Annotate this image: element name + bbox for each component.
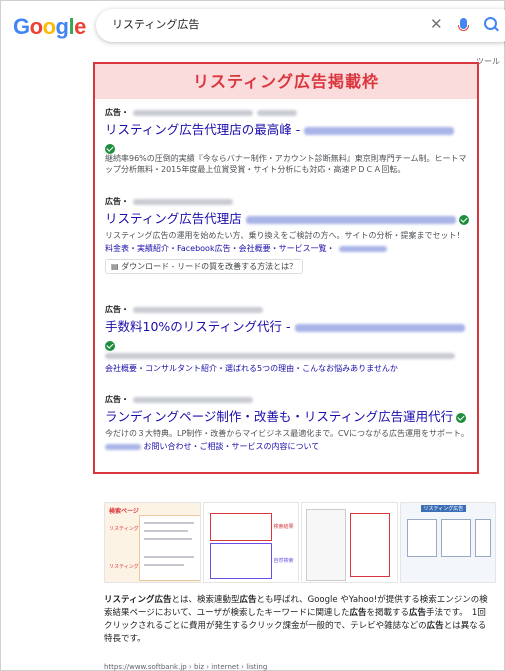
ad-label: 広告・ [105, 395, 129, 404]
search-input[interactable] [110, 16, 414, 31]
verified-icon [458, 214, 469, 225]
thumb-pane [440, 519, 471, 557]
ad-description [105, 350, 470, 361]
close-icon[interactable]: ✕ [430, 15, 443, 33]
ad-label-row: 広告・ [105, 107, 470, 118]
thumb-pane [406, 519, 437, 557]
thumb-line [144, 556, 194, 558]
snippet-text: とは、検索連動型 [171, 595, 240, 605]
verified-row [105, 138, 470, 154]
image-thumbnail[interactable]: 検索ページ リスティング広告 リスティング広告 [104, 502, 201, 583]
thumb-label: 検索結果 [273, 524, 294, 530]
image-results: 検索ページ リスティング広告 リスティング広告 検索結果 自然検索 リスティング… [104, 502, 496, 583]
thumb-line [144, 522, 194, 524]
blurred-url [133, 109, 253, 116]
ad-description: 継続率96%の圧倒的実績『今ならバナー制作・アカウント診断無料』東京則専門チーム… [105, 154, 467, 174]
blurred-link [105, 443, 141, 450]
blurred-url [133, 306, 263, 313]
ad-result: 広告・ リスティング広告代理店 リスティング広告の運用を始めたい方、乗り換えをご… [105, 196, 470, 274]
thumb-page-mock [306, 509, 346, 581]
result-snippet: リスティング広告とは、検索連動型広告とも呼ばれ、Google やYahoo!が提… [104, 594, 492, 646]
thumb-label: 自然検索 [273, 558, 294, 564]
tools-tab[interactable]: ツール [476, 56, 500, 67]
sitelinks-text[interactable]: お問い合わせ・ご相談・サービスの内容について [144, 442, 320, 451]
thumb-line [144, 530, 188, 532]
sitelinks-text[interactable]: 料金表・実績紹介・Facebook広告・会社概要・サービス一覧・ [105, 244, 335, 253]
ad-section: リスティング広告掲載枠 広告・ リスティング広告代理店の最高峰 - 継続率96%… [93, 62, 479, 474]
document-icon: ▤ [111, 262, 119, 271]
thumb-page-mock [139, 515, 200, 581]
verified-icon [105, 143, 115, 154]
download-button[interactable]: ▤ ダウンロード - リードの質を改善する方法とは？ [105, 259, 304, 274]
ad-label: 広告・ [105, 197, 129, 206]
snippet-bold: 広告 [426, 621, 444, 631]
verified-icon [105, 340, 115, 351]
logo-letter: e [74, 14, 86, 39]
ad-description: 今だけの３大特典。LP制作・改善からマイビジネス最適化まで。CVにつながる広告運… [105, 429, 469, 438]
ad-label: 広告・ [105, 305, 129, 314]
verified-row [105, 335, 470, 351]
ad-label: 広告・ [105, 108, 129, 117]
search-box[interactable]: ✕ [96, 9, 505, 42]
snippet-bold: リスティング広告 [104, 595, 172, 605]
logo-letter: o [42, 14, 56, 39]
microphone-icon[interactable] [458, 18, 469, 31]
ad-title[interactable]: 手数料10%のリスティング代行 - [105, 319, 470, 335]
thumb-line [144, 538, 192, 540]
ad-title-text[interactable]: 手数料10%のリスティング代行 - [105, 319, 291, 334]
ad-title-text[interactable]: ランディングページ制作・改善も・リスティング広告運用代行 [105, 409, 453, 424]
ad-title[interactable]: ランディングページ制作・改善も・リスティング広告運用代行 [105, 409, 470, 425]
ad-result: 広告・ ランディングページ制作・改善も・リスティング広告運用代行 今だけの３大特… [105, 394, 470, 452]
snippet-bold: 広告 [409, 608, 427, 618]
blurred-title [304, 126, 455, 135]
ad-label-row: 広告・ [105, 196, 470, 207]
image-thumbnail[interactable]: 検索結果 自然検索 [202, 502, 299, 583]
logo-letter: o [29, 14, 43, 39]
thumb-pane [474, 519, 491, 557]
blurred-title [245, 215, 456, 224]
ad-description: リスティング広告の運用を始めたい方、乗り換えをご検討の方へ。サイトの分析・提案ま… [105, 231, 465, 240]
verified-icon [456, 412, 467, 423]
blurred-phone [257, 109, 297, 116]
thumb-page-mock [350, 513, 390, 577]
ad-result: 広告・ 手数料10%のリスティング代行 - 会社概要・コンサルタント紹介・選ばれ… [105, 304, 470, 374]
ad-sitelinks[interactable]: 会社概要・コンサルタント紹介・選ばれる5つの理由・こんなお悩みありませんか [105, 363, 470, 374]
ad-sitelinks[interactable]: お問い合わせ・ご相談・サービスの内容について [105, 441, 470, 452]
ad-section-banner: リスティング広告掲載枠 [95, 64, 477, 99]
snippet-bold: 広告 [239, 595, 257, 605]
ad-title-text[interactable]: リスティング広告代理店の最高峰 - [105, 122, 300, 137]
search-icon[interactable] [484, 17, 497, 30]
blurred-description [105, 352, 455, 359]
thumb-highlight-box [209, 543, 272, 579]
snippet-text: を掲載する [366, 608, 410, 618]
thumb-line [144, 564, 184, 566]
ad-title[interactable]: リスティング広告代理店 [105, 211, 470, 227]
blurred-link [338, 245, 387, 252]
ad-sitelinks[interactable]: 料金表・実績紹介・Facebook広告・会社概要・サービス一覧・ [105, 243, 470, 254]
thumb-header: 検索ページ [109, 508, 139, 515]
ad-result: 広告・ リスティング広告代理店の最高峰 - 継続率96%の圧倒的実績『今ならバナ… [105, 107, 470, 175]
result-url[interactable]: https://www.softbank.jp › biz › internet… [104, 663, 267, 671]
image-thumbnail[interactable] [301, 502, 398, 583]
ad-title-text[interactable]: リスティング広告代理店 [105, 211, 242, 226]
ad-label-row: 広告・ [105, 304, 470, 315]
google-logo[interactable]: Google [13, 14, 86, 40]
logo-letter: G [13, 14, 30, 39]
thumb-header: リスティング広告 [420, 505, 467, 512]
logo-letter: g [55, 14, 69, 39]
ad-label-row: 広告・ [105, 394, 470, 405]
ad-title[interactable]: リスティング広告代理店の最高峰 - [105, 122, 470, 138]
blurred-url [133, 198, 233, 205]
blurred-url [133, 396, 253, 403]
thumb-highlight-box [209, 513, 272, 541]
download-label[interactable]: ダウンロード - リードの質を改善する方法とは？ [121, 262, 297, 271]
image-thumbnail[interactable]: リスティング広告 [399, 502, 496, 583]
blurred-title [294, 323, 465, 332]
snippet-bold: 広告 [349, 608, 367, 618]
